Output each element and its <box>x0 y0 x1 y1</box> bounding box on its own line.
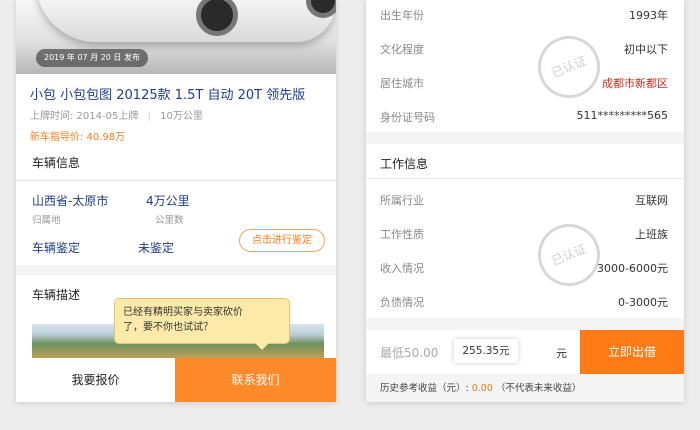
id-number: 511*********565 <box>576 109 669 122</box>
separator: | <box>147 111 151 122</box>
row-label: 负债情况 <box>380 296 424 309</box>
row-label: 文化程度 <box>380 43 424 56</box>
bargain-tooltip: 已经有精明买家与卖家砍价 了，要不你也试试？ <box>114 298 290 350</box>
publish-date-badge: 2019 年 07 月 20 日 发布 <box>36 49 148 67</box>
km-label: 公里数 <box>155 215 184 226</box>
row-label: 收入情况 <box>380 262 424 275</box>
invest-bar: 最低50.00 255.35元 元 立即出借 <box>366 330 684 374</box>
row-value: 0-3000元 <box>618 296 668 309</box>
row-label: 居住城市 <box>380 77 424 90</box>
row-label: 所属行业 <box>380 194 424 207</box>
row-value: 成都市新都区 <box>602 77 668 90</box>
note-value: 0.00 <box>471 383 493 394</box>
amount-input[interactable]: 255.35元 <box>454 339 518 363</box>
bottom-action-bar: 我要报价 联系我们 <box>16 358 336 402</box>
row-value: 3000-6000元 <box>597 262 668 275</box>
row-value: 上班族 <box>635 228 668 241</box>
historical-return-note: 历史参考收益（元）: 0.00 （不代表未来收益） <box>380 380 581 394</box>
description-heading: 车辆描述 <box>32 288 81 302</box>
car-photo: 2019 年 07 月 20 日 发布 <box>16 0 336 74</box>
note-suffix: （不代表未来收益） <box>495 383 582 394</box>
work-heading: 工作信息 <box>380 157 429 171</box>
tooltip-line: 了，要不你也试试？ <box>123 322 213 333</box>
vehicle-info-heading: 车辆信息 <box>32 156 81 170</box>
quote-button[interactable]: 我要报价 <box>16 358 175 402</box>
km-value: 4万公里 <box>146 194 190 208</box>
location-label: 归属地 <box>32 215 61 226</box>
divider <box>366 178 684 179</box>
plate-date: 上牌时间: 2014-05上牌 <box>30 111 139 122</box>
listing-title[interactable]: 小包 小包包图 20125款 1.5T 自动 20T 领先版 <box>30 84 305 103</box>
tooltip-line: 已经有精明买家与卖家砍价 <box>123 307 243 318</box>
appraisal-status: 未鉴定 <box>138 241 175 255</box>
contact-button[interactable]: 联系我们 <box>175 358 336 402</box>
row-value: 初中以下 <box>624 43 668 56</box>
plate-info: 上牌时间: 2014-05上牌 | 10万公里 <box>30 107 203 122</box>
row-value: 1993年 <box>629 9 668 22</box>
location-value: 山西省-太原市 <box>32 194 109 208</box>
car-listing-screen: 2019 年 07 月 20 日 发布 小包 小包包图 20125款 1.5T … <box>16 0 336 402</box>
min-amount-label: 最低50.00 <box>380 346 439 360</box>
appraise-button[interactable]: 点击进行鉴定 <box>239 229 325 252</box>
car-body-shape <box>36 0 336 42</box>
guide-price: 新车指导价: 40.98万 <box>30 132 126 143</box>
amount-unit: 元 <box>556 347 567 360</box>
row-label: 工作性质 <box>380 228 424 241</box>
row-label: 身份证号码 <box>380 111 435 124</box>
row-label: 出生年份 <box>380 9 424 22</box>
appraisal-label: 车辆鉴定 <box>32 241 81 255</box>
row-value: 互联网 <box>635 194 668 207</box>
lend-now-button[interactable]: 立即出借 <box>580 330 684 374</box>
mileage-sub: 10万公里 <box>160 111 203 122</box>
borrower-profile-screen: 已认证 出生年份 1993年 文化程度 初中以下 居住城市 成都市新都区 身份证… <box>366 0 684 402</box>
note-prefix: 历史参考收益（元）: <box>380 383 469 394</box>
